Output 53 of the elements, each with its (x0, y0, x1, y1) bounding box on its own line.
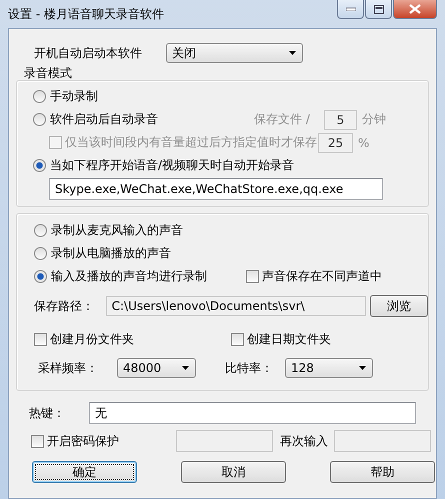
option-label: 软件启动后自动录音 (50, 111, 159, 128)
save-interval-label: 保存文件 / (254, 111, 311, 128)
sample-rate-label: 采样频率： (37, 360, 99, 376)
radio-button[interactable] (34, 270, 47, 283)
hotkey-field[interactable]: 无 (89, 402, 416, 424)
path-label: 保存路径： (34, 298, 95, 314)
option-label: 开启密码保护 (47, 432, 120, 450)
option-label: 输入及播放的声音均进行录制 (51, 268, 208, 285)
unit-label: % (358, 136, 370, 150)
option-label: 创建日期文件夹 (247, 330, 331, 348)
close-icon (409, 4, 421, 14)
dialog-button[interactable]: 帮助 (330, 461, 435, 483)
minimize-icon (346, 7, 356, 11)
checkbox[interactable] (231, 332, 244, 346)
checkbox[interactable] (31, 434, 44, 448)
unit-label: 分钟 (362, 111, 386, 128)
programs-field[interactable]: Skype.exe,WeChat.exe,WeChatStore.exe,qq.exe (49, 178, 383, 200)
password-field[interactable] (334, 430, 431, 452)
option-label: 声音保存在不同声道中 (262, 268, 382, 285)
option-label: 当如下程序开始语音/视频聊天时自动开始录音 (50, 157, 294, 174)
window-title: 设置 - 楼月语音聊天录音软件 (8, 6, 164, 22)
password-field[interactable] (176, 430, 273, 452)
radio-button[interactable] (33, 159, 46, 172)
bitrate-label: 比特率： (225, 360, 274, 376)
browse-button[interactable]: 浏览 (370, 295, 428, 317)
radio-button[interactable] (33, 113, 46, 126)
option-label: 录制从电脑播放的声音 (51, 245, 172, 262)
autostart-dropdown[interactable]: 关闭 (166, 43, 303, 63)
option-label: 创建月份文件夹 (50, 330, 134, 348)
option-label: 录制从麦克风输入的声音 (51, 222, 184, 239)
autostart-label: 开机自动启动本软件 (34, 44, 143, 62)
maximize-button[interactable] (365, 0, 392, 19)
dialog-button[interactable]: 确定 (32, 461, 137, 483)
caret-icon (182, 366, 189, 370)
checkbox[interactable] (34, 332, 47, 346)
confirm-label: 再次输入 (280, 432, 328, 450)
bitrate-dropdown[interactable]: 128 (285, 358, 373, 378)
option-label: 手动录制 (50, 88, 98, 105)
radio-button[interactable] (33, 90, 46, 103)
radio-button[interactable] (34, 224, 47, 237)
maximize-icon (374, 4, 384, 14)
caret-icon (359, 366, 366, 370)
hotkey-label: 热键： (29, 404, 66, 422)
close-button[interactable] (393, 0, 437, 19)
sample-rate-dropdown[interactable]: 48000 (117, 358, 196, 378)
option-label: 仅当该时间段内有音量超过后方指定值时才保存 (65, 134, 317, 151)
path-field[interactable]: C:\Users\lenovo\Documents\svr\ (106, 296, 366, 316)
minimize-button[interactable] (337, 0, 364, 19)
radio-button[interactable] (34, 247, 47, 260)
group-title: 录音模式 (24, 66, 72, 80)
checkbox[interactable] (246, 270, 259, 283)
caret-icon (289, 51, 296, 55)
dialog-button[interactable]: 取消 (181, 461, 286, 483)
